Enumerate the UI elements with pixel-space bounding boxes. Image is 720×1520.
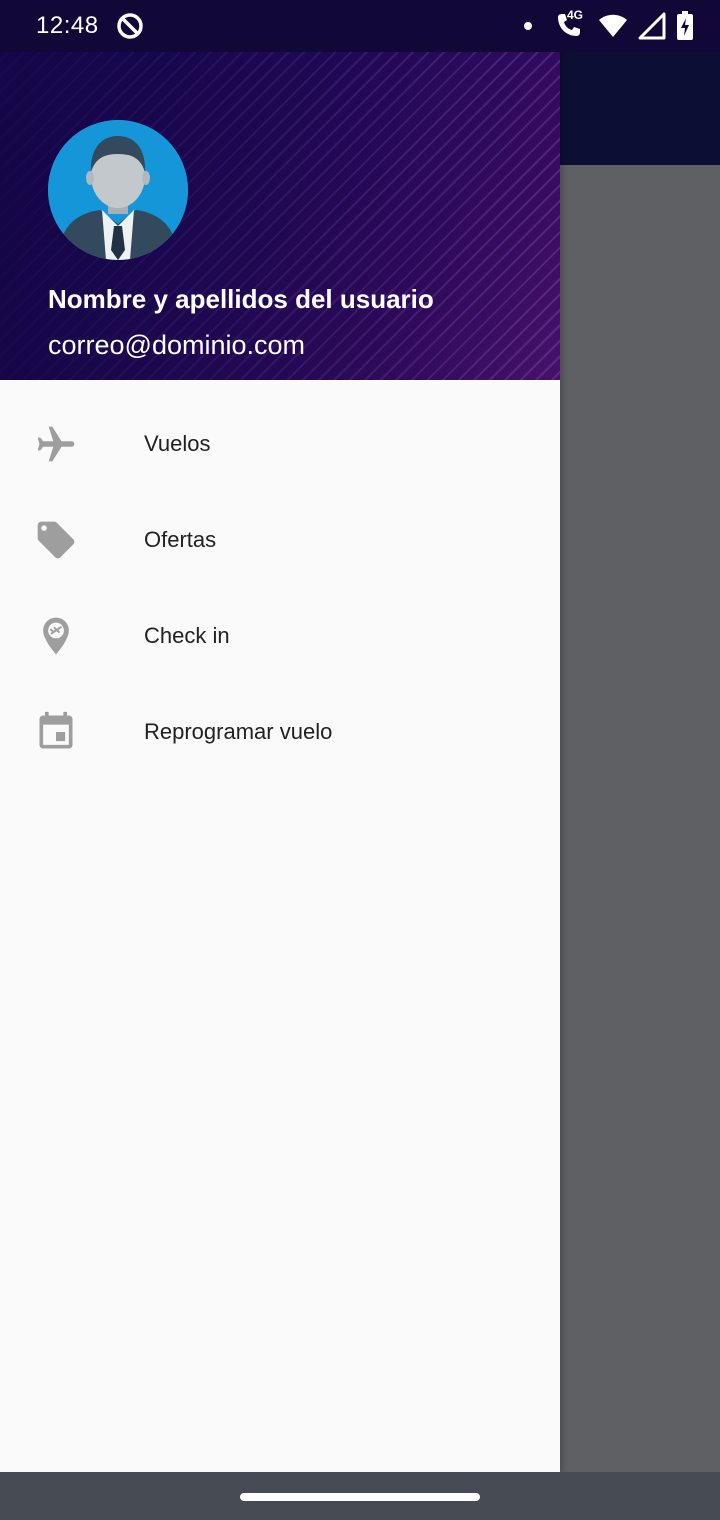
status-time: 12:48 <box>36 12 99 39</box>
wifi-call-icon: 4G <box>554 8 588 41</box>
sync-icon <box>115 11 145 41</box>
menu-item-ofertas[interactable]: Ofertas <box>0 492 560 588</box>
drawer-header: Nombre y apellidos del usuario correo@do… <box>0 0 560 380</box>
calendar-icon <box>32 708 80 756</box>
user-avatar-icon[interactable] <box>48 120 188 260</box>
menu-item-check-in[interactable]: Check in <box>0 588 560 684</box>
system-navigation-bar <box>0 1472 720 1520</box>
airplane-icon <box>32 420 80 468</box>
wifi-icon <box>598 13 628 39</box>
user-name: Nombre y apellidos del usuario <box>48 284 434 314</box>
menu-item-label: Ofertas <box>144 527 217 552</box>
user-email: correo@dominio.com <box>48 330 306 360</box>
tag-icon <box>32 516 80 564</box>
location-pin-icon <box>32 612 80 660</box>
drawer-menu: Vuelos Ofertas Check in Reprogramar vuel… <box>0 396 560 780</box>
notification-dot-icon <box>524 22 532 30</box>
navigation-drawer: Nombre y apellidos del usuario correo@do… <box>0 0 560 1472</box>
menu-item-label: Check in <box>144 623 230 648</box>
menu-item-label: Vuelos <box>144 431 211 456</box>
home-gesture-handle[interactable] <box>240 1493 480 1501</box>
signal-icon <box>638 12 666 40</box>
menu-item-vuelos[interactable]: Vuelos <box>0 396 560 492</box>
status-icons: 4G <box>524 8 694 42</box>
menu-item-reprogramar-vuelo[interactable]: Reprogramar vuelo <box>0 684 560 780</box>
status-bar: 12:48 4G <box>0 0 720 52</box>
menu-item-label: Reprogramar vuelo <box>144 719 333 744</box>
battery-charging-icon <box>676 11 694 41</box>
network-label: 4G <box>567 8 584 22</box>
screen: 12:48 4G Nombre y apellidos del usuario … <box>0 0 720 1520</box>
